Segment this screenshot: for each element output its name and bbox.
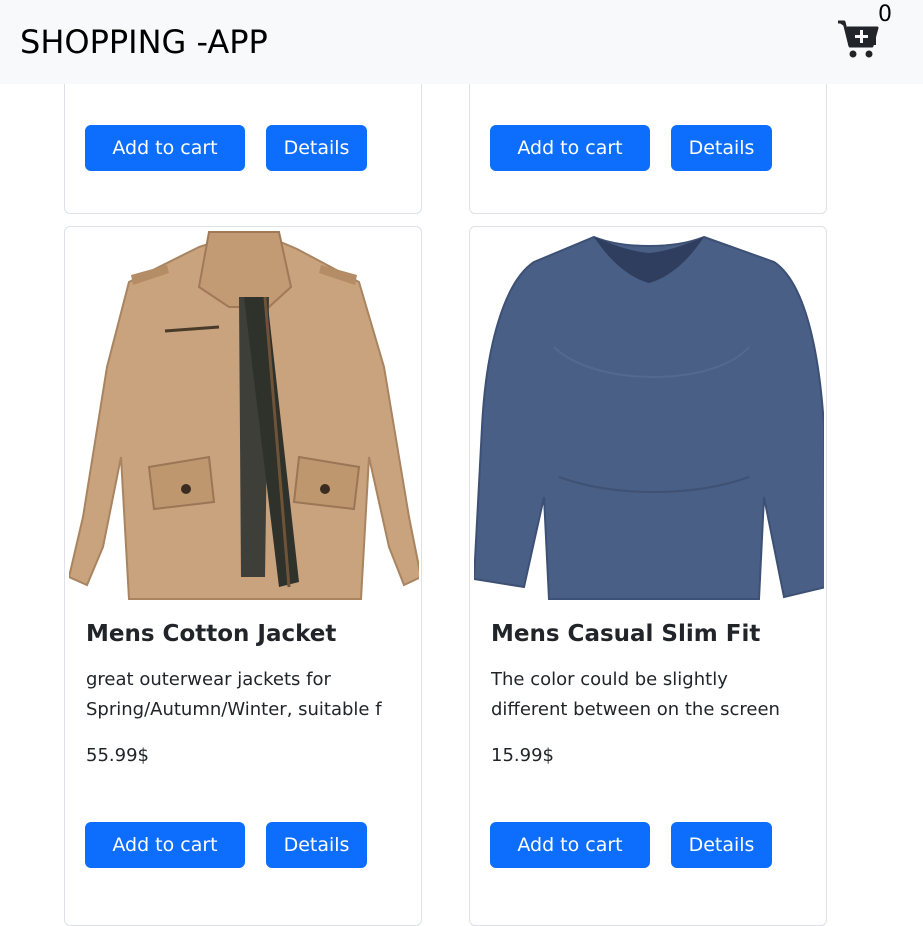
product-description: The color could be slightly different be… [491,669,780,720]
details-button[interactable]: Details [266,822,367,868]
cart-count: 0 [878,2,892,27]
product-title: Mens Cotton Jacket [86,621,337,647]
add-to-cart-button[interactable]: Add to cart [85,125,245,171]
top-navbar: SHOPPING -APP 0 [0,0,923,84]
product-price: 15.99$ [491,745,554,766]
brand-title[interactable]: SHOPPING -APP [20,20,268,64]
tshirt-image [474,235,824,600]
add-to-cart-button[interactable]: Add to cart [85,822,245,868]
cart-button[interactable] [836,16,884,60]
product-title: Mens Casual Slim Fit [491,621,761,647]
details-button[interactable]: Details [671,822,772,868]
add-to-cart-button[interactable]: Add to cart [490,125,650,171]
details-button[interactable]: Details [671,125,772,171]
details-button[interactable]: Details [266,125,367,171]
product-card: Mens Cotton Jacket great outerwear jacke… [64,226,422,926]
product-price: 55.99$ [86,745,149,766]
cart-plus-icon [838,20,879,58]
product-description: great outerwear jackets for Spring/Autum… [86,669,382,720]
jacket-image [69,231,419,600]
add-to-cart-button[interactable]: Add to cart [490,822,650,868]
product-card: Mens Casual Slim Fit The color could be … [469,226,827,926]
product-grid: Add to cart Details Add to cart Details [0,0,923,926]
